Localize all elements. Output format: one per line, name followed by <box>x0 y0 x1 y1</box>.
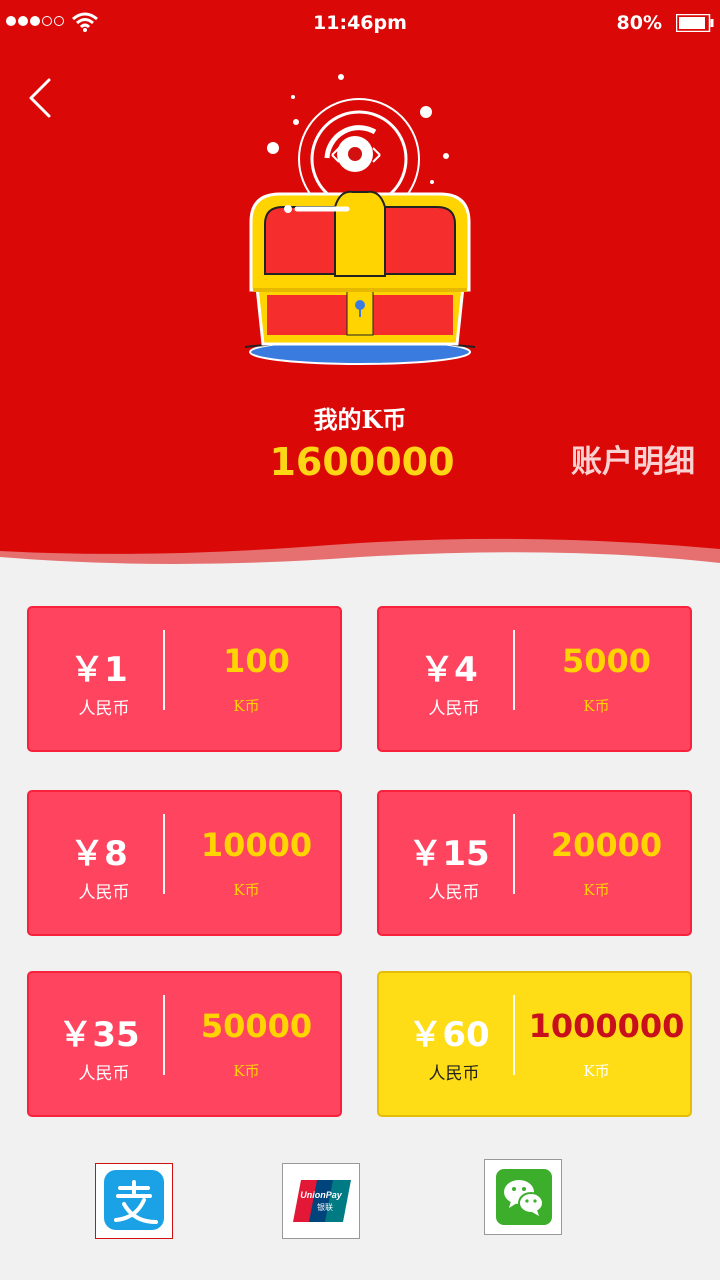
package-price: ￥60 <box>408 1015 490 1055</box>
recharge-package-card[interactable]: ￥35 人民币 50000 K币 <box>27 971 342 1117</box>
package-price: ￥15 <box>408 834 490 874</box>
card-divider <box>163 630 165 710</box>
recharge-package-card[interactable]: ￥8 人民币 10000 K币 <box>27 790 342 936</box>
package-coin-unit: K币 <box>583 1062 610 1080</box>
package-currency-label: 人民币 <box>428 1064 480 1084</box>
svg-text:银联: 银联 <box>317 1202 333 1212</box>
card-divider <box>513 995 515 1075</box>
status-bar: 11:46pm 80% <box>0 0 720 48</box>
status-time: 11:46pm <box>313 12 407 34</box>
package-coin-amount: 50000 <box>200 1007 313 1045</box>
account-detail-link[interactable]: 账户明细 <box>571 436 695 481</box>
package-coin-unit: K币 <box>233 1062 260 1080</box>
card-divider <box>163 814 165 894</box>
recharge-package-card[interactable]: ￥1 人民币 100 K币 <box>27 606 342 752</box>
svg-text:UnionPay: UnionPay <box>300 1190 343 1200</box>
package-currency-label: 人民币 <box>78 1064 130 1084</box>
recharge-package-card[interactable]: ￥15 人民币 20000 K币 <box>377 790 692 936</box>
package-price: ￥35 <box>58 1015 140 1055</box>
alipay-option[interactable] <box>95 1163 173 1239</box>
header-wave-divider <box>0 538 720 575</box>
package-coin-amount: 20000 <box>550 826 663 864</box>
package-coin-unit: K币 <box>233 881 260 899</box>
battery-percent: 80% <box>616 12 662 34</box>
card-divider <box>163 995 165 1075</box>
package-currency-label: 人民币 <box>428 883 480 903</box>
package-coin-amount: 10000 <box>200 826 313 864</box>
package-coin-unit: K币 <box>583 697 610 715</box>
back-arrow-icon[interactable] <box>22 74 62 124</box>
package-coin-amount: 5000 <box>561 642 652 680</box>
package-currency-label: 人民币 <box>78 699 130 719</box>
recharge-package-card[interactable]: ￥4 人民币 5000 K币 <box>377 606 692 752</box>
package-coin-amount: 100 <box>223 642 290 680</box>
battery-icon <box>676 14 714 32</box>
package-coin-unit: K币 <box>233 697 260 715</box>
recharge-package-card[interactable]: ￥60 人民币 1000000 K币 <box>377 971 692 1117</box>
wechat-pay-option[interactable] <box>484 1159 562 1235</box>
unionpay-icon: UnionPay 银联 <box>293 1180 351 1222</box>
wechat-pay-icon <box>496 1169 552 1225</box>
unionpay-option[interactable]: UnionPay 银联 <box>282 1163 360 1239</box>
package-currency-label: 人民币 <box>428 699 480 719</box>
package-coin-amount: 1000000 <box>528 1007 685 1045</box>
package-price: ￥4 <box>420 650 478 690</box>
my-coins-label: 我的K币 <box>313 405 407 434</box>
card-divider <box>513 630 515 710</box>
card-divider <box>513 814 515 894</box>
package-price: ￥8 <box>70 834 128 874</box>
package-coin-unit: K币 <box>583 881 610 899</box>
treasure-chest-icon <box>244 74 476 365</box>
header-banner: 11:46pm 80% 我的K币 1600000 账户明细 <box>0 0 720 575</box>
alipay-icon <box>104 1170 164 1230</box>
package-currency-label: 人民币 <box>78 883 130 903</box>
package-price: ￥1 <box>70 650 128 690</box>
